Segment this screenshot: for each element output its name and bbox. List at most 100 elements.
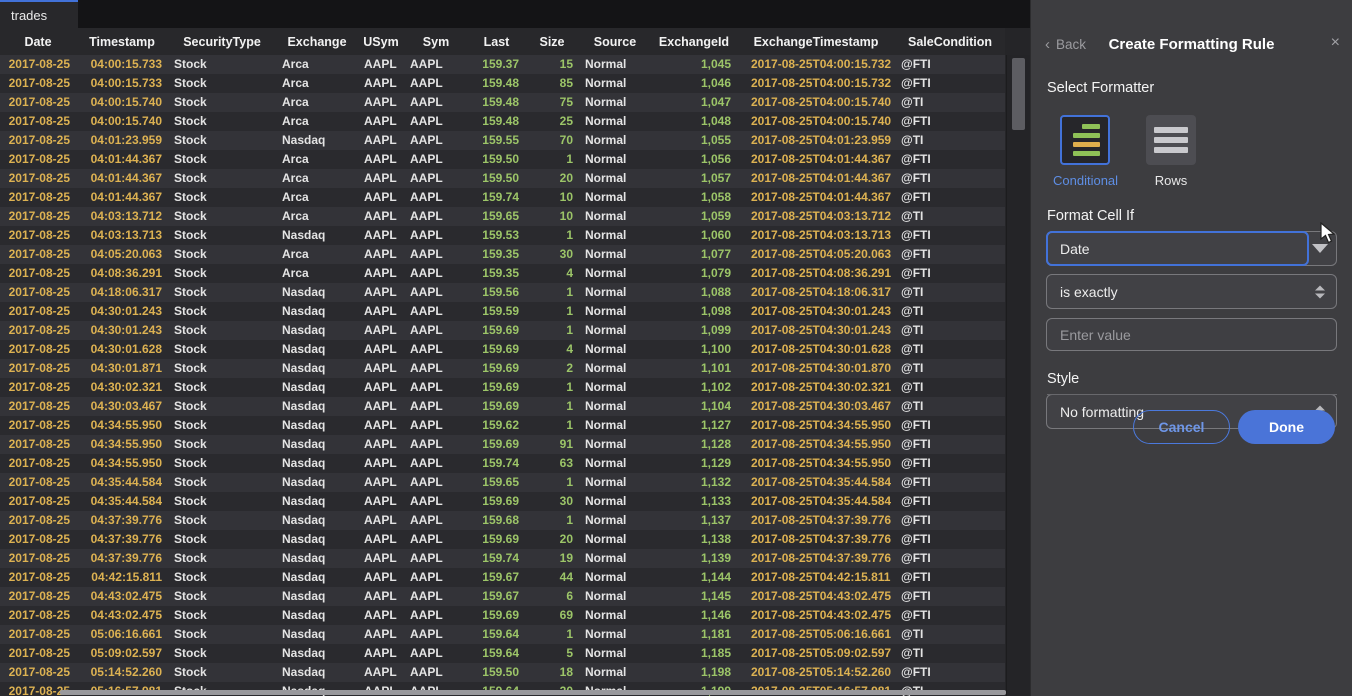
table-row[interactable]: 2017-08-2504:01:44.367StockArcaAAPLAAPL1… (0, 188, 1005, 207)
table-row[interactable]: 2017-08-2504:00:15.733StockArcaAAPLAAPL1… (0, 74, 1005, 93)
table-row[interactable]: 2017-08-2504:00:15.740StockArcaAAPLAAPL1… (0, 93, 1005, 112)
vertical-scrollbar[interactable] (1006, 55, 1030, 696)
table-row[interactable]: 2017-08-2504:43:02.475StockNasdaqAAPLAAP… (0, 587, 1005, 606)
cell-exchange-timestamp: 2017-08-25T04:30:01.628 (737, 340, 895, 359)
table-row[interactable]: 2017-08-2504:05:20.063StockArcaAAPLAAPL1… (0, 245, 1005, 264)
cell-sym: AAPL (404, 473, 468, 492)
table-row[interactable]: 2017-08-2504:08:36.291StockArcaAAPLAAPL1… (0, 264, 1005, 283)
column-header-exchange[interactable]: Exchange (276, 28, 358, 55)
column-header-last[interactable]: Last (468, 28, 525, 55)
cell-source: Normal (579, 74, 651, 93)
cell-last: 159.35 (468, 264, 525, 283)
cell-exchange-id: 1,132 (651, 473, 737, 492)
table-row[interactable]: 2017-08-2504:35:44.584StockNasdaqAAPLAAP… (0, 492, 1005, 511)
format-cell-if-label: Format Cell If (1047, 208, 1337, 224)
close-icon[interactable]: × (1331, 36, 1340, 50)
table-row[interactable]: 2017-08-2504:01:23.959StockNasdaqAAPLAAP… (0, 131, 1005, 150)
table-row[interactable]: 2017-08-2504:18:06.317StockNasdaqAAPLAAP… (0, 283, 1005, 302)
cell-last: 159.69 (468, 606, 525, 625)
column-header-size[interactable]: Size (525, 28, 579, 55)
table-row[interactable]: 2017-08-2504:37:39.776StockNasdaqAAPLAAP… (0, 530, 1005, 549)
horizontal-scrollbar-thumb[interactable] (60, 690, 1006, 695)
table-row[interactable]: 2017-08-2504:30:01.243StockNasdaqAAPLAAP… (0, 302, 1005, 321)
tab-trades[interactable]: trades (0, 0, 78, 28)
table-row[interactable]: 2017-08-2504:01:44.367StockArcaAAPLAAPL1… (0, 169, 1005, 188)
column-header-source[interactable]: Source (579, 28, 651, 55)
table-row[interactable]: 2017-08-2504:30:01.243StockNasdaqAAPLAAP… (0, 321, 1005, 340)
cell-source: Normal (579, 416, 651, 435)
table-row[interactable]: 2017-08-2504:30:02.321StockNasdaqAAPLAAP… (0, 378, 1005, 397)
cell-date: 2017-08-25 (0, 112, 76, 131)
table-row[interactable]: 2017-08-2504:35:44.584StockNasdaqAAPLAAP… (0, 473, 1005, 492)
cell-source: Normal (579, 511, 651, 530)
condition-select[interactable]: is exactly (1046, 274, 1337, 309)
cell-timestamp: 05:09:02.597 (76, 644, 168, 663)
cell-sale-condition: @TI (895, 131, 1005, 150)
cell-size: 15 (525, 55, 579, 74)
column-header-date[interactable]: Date (0, 28, 76, 55)
table-row[interactable]: 2017-08-2505:06:16.661StockNasdaqAAPLAAP… (0, 625, 1005, 644)
column-header-timestamp[interactable]: Timestamp (76, 28, 168, 55)
column-header-sym[interactable]: Sym (404, 28, 468, 55)
table-row[interactable]: 2017-08-2504:03:13.712StockArcaAAPLAAPL1… (0, 207, 1005, 226)
cell-sym: AAPL (404, 378, 468, 397)
column-header-security-type[interactable]: SecurityType (168, 28, 276, 55)
cell-usym: AAPL (358, 74, 404, 93)
cell-last: 159.69 (468, 378, 525, 397)
column-header-usym[interactable]: USym (358, 28, 404, 55)
cell-exchange-timestamp: 2017-08-25T04:35:44.584 (737, 492, 895, 511)
cell-last: 159.56 (468, 283, 525, 302)
table-row[interactable]: 2017-08-2504:34:55.950StockNasdaqAAPLAAP… (0, 435, 1005, 454)
table-row[interactable]: 2017-08-2504:30:03.467StockNasdaqAAPLAAP… (0, 397, 1005, 416)
cell-exchange: Nasdaq (276, 226, 358, 245)
cell-timestamp: 04:30:01.871 (76, 359, 168, 378)
column-select[interactable]: Date (1046, 231, 1337, 266)
vertical-scrollbar-thumb[interactable] (1012, 58, 1025, 130)
column-select-arrow-button[interactable] (1304, 232, 1336, 265)
table-row[interactable]: 2017-08-2504:37:39.776StockNasdaqAAPLAAP… (0, 511, 1005, 530)
table-row[interactable]: 2017-08-2504:37:39.776StockNasdaqAAPLAAP… (0, 549, 1005, 568)
table-row[interactable]: 2017-08-2504:30:01.871StockNasdaqAAPLAAP… (0, 359, 1005, 378)
chevron-down-icon (1312, 244, 1328, 253)
cell-security-type: Stock (168, 378, 276, 397)
cell-exchange: Nasdaq (276, 416, 358, 435)
table-row[interactable]: 2017-08-2505:09:02.597StockNasdaqAAPLAAP… (0, 644, 1005, 663)
table-row[interactable]: 2017-08-2504:00:15.733StockArcaAAPLAAPL1… (0, 55, 1005, 74)
cell-sale-condition: @TI (895, 207, 1005, 226)
table-row[interactable]: 2017-08-2504:34:55.950StockNasdaqAAPLAAP… (0, 454, 1005, 473)
table-row[interactable]: 2017-08-2505:14:52.260StockNasdaqAAPLAAP… (0, 663, 1005, 682)
cell-last: 159.48 (468, 112, 525, 131)
cell-source: Normal (579, 359, 651, 378)
table-row[interactable]: 2017-08-2504:03:13.713StockNasdaqAAPLAAP… (0, 226, 1005, 245)
value-input[interactable] (1046, 318, 1337, 351)
formatter-option-rows[interactable]: Rows (1139, 115, 1203, 188)
select-formatter-label: Select Formatter (1047, 80, 1336, 96)
cell-exchange-timestamp: 2017-08-25T04:30:03.467 (737, 397, 895, 416)
done-button[interactable]: Done (1238, 410, 1335, 444)
table-row[interactable]: 2017-08-2504:30:01.628StockNasdaqAAPLAAP… (0, 340, 1005, 359)
cell-exchange-id: 1,146 (651, 606, 737, 625)
cell-sym: AAPL (404, 93, 468, 112)
table-row[interactable]: 2017-08-2504:42:15.811StockNasdaqAAPLAAP… (0, 568, 1005, 587)
cell-exchange-timestamp: 2017-08-25T04:00:15.740 (737, 112, 895, 131)
table-row[interactable]: 2017-08-2504:34:55.950StockNasdaqAAPLAAP… (0, 416, 1005, 435)
column-header-sale-condition[interactable]: SaleCondition (895, 28, 1005, 55)
cell-exchange: Nasdaq (276, 587, 358, 606)
cell-timestamp: 04:01:44.367 (76, 169, 168, 188)
cancel-button[interactable]: Cancel (1133, 410, 1230, 444)
cell-exchange-timestamp: 2017-08-25T04:34:55.950 (737, 435, 895, 454)
cell-sale-condition: @FTI (895, 245, 1005, 264)
table-row[interactable]: 2017-08-2504:01:44.367StockArcaAAPLAAPL1… (0, 150, 1005, 169)
cell-exchange-id: 1,145 (651, 587, 737, 606)
table-row[interactable]: 2017-08-2504:43:02.475StockNasdaqAAPLAAP… (0, 606, 1005, 625)
cell-last: 159.69 (468, 435, 525, 454)
cell-source: Normal (579, 587, 651, 606)
cell-sale-condition: @TI (895, 625, 1005, 644)
table-row[interactable]: 2017-08-2504:00:15.740StockArcaAAPLAAPL1… (0, 112, 1005, 131)
column-header-exchange-timestamp[interactable]: ExchangeTimestamp (737, 28, 895, 55)
cell-exchange-id: 1,102 (651, 378, 737, 397)
cell-source: Normal (579, 112, 651, 131)
cell-sale-condition: @FTI (895, 492, 1005, 511)
formatter-option-conditional[interactable]: Conditional (1053, 115, 1117, 188)
column-header-exchange-id[interactable]: ExchangeId (651, 28, 737, 55)
